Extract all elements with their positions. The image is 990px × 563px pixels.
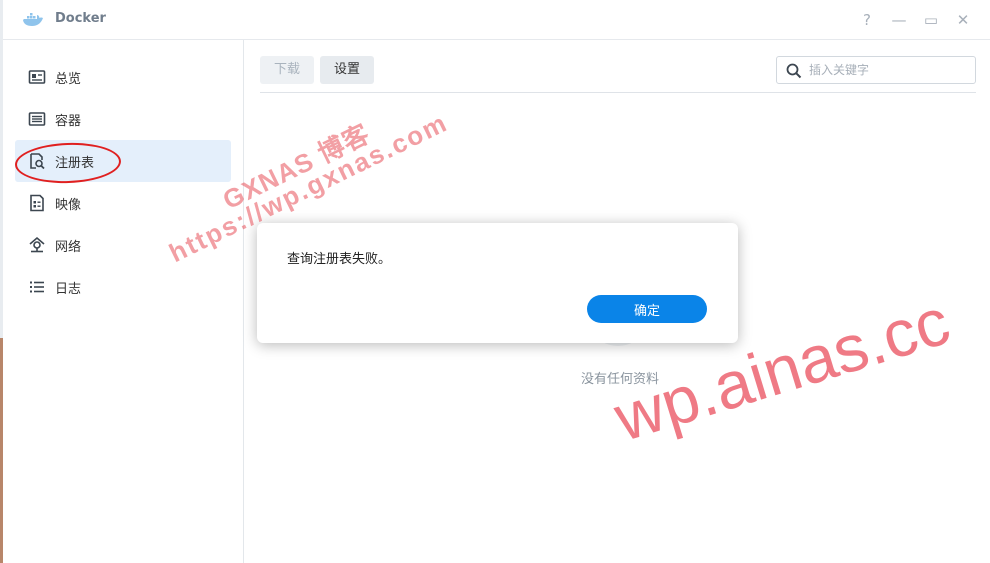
download-button[interactable]: 下载 xyxy=(260,56,314,84)
minimize-button[interactable]: — xyxy=(889,10,909,30)
search-box[interactable] xyxy=(776,56,976,84)
sidebar-item-label: 总览 xyxy=(55,72,82,87)
sidebar-item-label: 映像 xyxy=(55,198,82,213)
sidebar: 总览 容器 注册表 映像 网络 日志 xyxy=(3,40,244,563)
sidebar-item-label: 网络 xyxy=(55,240,82,255)
registry-icon xyxy=(30,153,45,170)
settings-button[interactable]: 设置 xyxy=(320,56,374,84)
sidebar-item-image[interactable]: 映像 xyxy=(15,182,231,224)
search-input[interactable] xyxy=(809,61,969,79)
dialog-message: 查询注册表失败。 xyxy=(287,252,392,267)
sidebar-item-container[interactable]: 容器 xyxy=(15,98,231,140)
image-icon xyxy=(30,194,44,212)
empty-state-text: 没有任何资料 xyxy=(580,372,659,387)
help-button[interactable]: ? xyxy=(857,10,877,30)
sidebar-item-log[interactable]: 日志 xyxy=(15,266,231,308)
network-icon xyxy=(29,236,45,253)
title-bar: Docker ? — ▭ ✕ xyxy=(3,0,990,40)
toolbar-divider xyxy=(260,92,976,93)
sidebar-item-network[interactable]: 网络 xyxy=(15,224,231,266)
log-icon xyxy=(30,281,44,293)
sidebar-item-label: 容器 xyxy=(55,114,82,129)
maximize-button[interactable]: ▭ xyxy=(921,10,941,30)
sidebar-item-registry[interactable]: 注册表 xyxy=(15,140,231,182)
sidebar-item-label: 注册表 xyxy=(55,156,95,171)
close-button[interactable]: ✕ xyxy=(953,10,973,30)
error-dialog: 查询注册表失败。 确定 xyxy=(257,223,738,343)
window-title: Docker xyxy=(55,11,106,26)
ok-button[interactable]: 确定 xyxy=(587,295,707,323)
docker-logo-icon xyxy=(23,13,43,26)
sidebar-item-label: 日志 xyxy=(55,282,82,297)
overview-icon xyxy=(28,70,46,84)
container-icon xyxy=(28,112,46,126)
docker-window: Docker ? — ▭ ✕ 总览 容器 注册表 映像 网络 日志 下载 设置 … xyxy=(3,0,990,563)
sidebar-item-overview[interactable]: 总览 xyxy=(15,56,231,98)
search-icon xyxy=(786,63,802,79)
